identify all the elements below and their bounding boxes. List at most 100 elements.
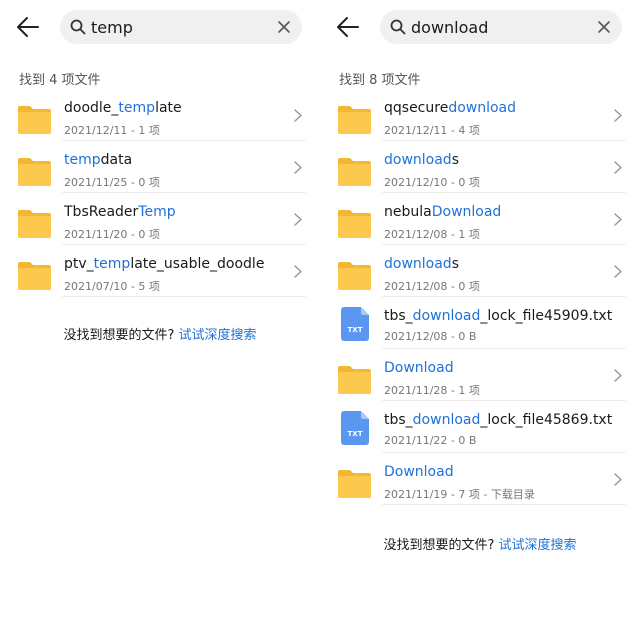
name-match-highlight: download xyxy=(412,308,481,324)
name-segment: _lock_file45909.txt xyxy=(480,308,613,324)
result-count: 找到 8 项文件 xyxy=(339,73,421,88)
chevron-right-icon xyxy=(614,213,622,226)
not-found-text: 没找到想要的文件? xyxy=(383,538,499,553)
name-match-highlight: temp xyxy=(93,256,131,272)
folder-icon xyxy=(18,262,51,290)
name-segment: data xyxy=(100,152,133,168)
chevron-right-icon xyxy=(614,161,622,174)
result-list: doodle_template 2021/12/11 - 1 项 tempdata 2… xyxy=(0,89,320,297)
name-segment: late xyxy=(155,100,182,116)
item-name: nebulaDownload xyxy=(384,204,501,220)
item-meta: 2021/11/19 - 7 项 - 下载目录 xyxy=(384,488,535,501)
item-name: downloads xyxy=(384,256,459,272)
folder-icon xyxy=(338,210,371,238)
search-icon xyxy=(390,19,406,35)
item-meta: 2021/12/08 - 0 项 xyxy=(384,280,480,293)
folder-icon xyxy=(338,470,371,498)
folder-icon xyxy=(338,262,371,290)
list-item[interactable]: TXT tbs_download_lock_file45909.txt 2021/1… xyxy=(320,297,640,349)
name-match-highlight: Download xyxy=(384,464,454,480)
name-segment: doodle_ xyxy=(64,100,119,116)
item-meta: 2021/12/10 - 0 项 xyxy=(384,176,480,189)
item-meta: 2021/11/22 - 0 B xyxy=(384,434,477,447)
deep-search-link[interactable]: 试试深度搜索 xyxy=(179,328,257,343)
search-bar xyxy=(380,10,622,44)
name-segment: TbsReader xyxy=(64,204,139,220)
folder-icon xyxy=(18,210,51,238)
clear-icon[interactable] xyxy=(597,20,611,34)
name-match-highlight: download xyxy=(384,152,452,168)
name-match-highlight: download xyxy=(412,412,481,428)
not-found-text: 没找到想要的文件? xyxy=(63,328,179,343)
left-panel: 找到 4 项文件 doodle_template2021/12/11 - 1 项… xyxy=(0,0,320,640)
txt-file-icon: TXT xyxy=(341,411,369,445)
list-item[interactable]: downloads 2021/12/08 - 0 项 xyxy=(320,245,640,297)
name-match-highlight: temp xyxy=(118,100,156,116)
chevron-right-icon xyxy=(614,109,622,122)
item-meta: 2021/11/20 - 0 项 xyxy=(64,228,160,241)
chevron-right-icon xyxy=(614,473,622,486)
deep-search-link[interactable]: 试试深度搜索 xyxy=(499,538,577,553)
name-segment: s xyxy=(451,152,459,168)
deep-search-prompt: 没找到想要的文件? 试试深度搜索 xyxy=(320,534,640,553)
name-segment: late_usable_doodle xyxy=(130,256,265,272)
list-item[interactable]: downloads 2021/12/10 - 0 项 xyxy=(320,141,640,193)
txt-file-icon-label: TXT xyxy=(348,430,363,438)
deep-search-prompt: 没找到想要的文件? 试试深度搜索 xyxy=(0,324,320,343)
list-item[interactable]: TbsReaderTemp 2021/11/20 - 0 项 xyxy=(0,193,320,245)
txt-file-icon-label: TXT xyxy=(348,326,363,334)
row-divider xyxy=(62,296,306,297)
item-name: tbs_download_lock_file45869.txt xyxy=(384,412,612,428)
list-item[interactable]: Download 2021/11/19 - 7 项 - 下载目录 xyxy=(320,453,640,505)
item-meta: 2021/12/08 - 0 B xyxy=(384,330,477,343)
list-item[interactable]: nebulaDownload 2021/12/08 - 1 项 xyxy=(320,193,640,245)
list-item[interactable]: Download 2021/11/28 - 1 项 xyxy=(320,349,640,401)
folder-icon xyxy=(338,106,371,134)
item-name: ptv_template_usable_doodle xyxy=(64,256,264,272)
top-bar xyxy=(320,8,640,46)
chevron-right-icon xyxy=(294,109,302,122)
name-segment: qqsecure xyxy=(384,100,449,116)
chevron-right-icon xyxy=(614,369,622,382)
list-item[interactable]: ptv_template_usable_doodle 2021/07/10 - 5… xyxy=(0,245,320,297)
item-meta: 2021/12/11 - 1 项 xyxy=(64,124,160,137)
name-segment: _lock_file45869.txt xyxy=(480,412,613,428)
back-arrow-icon[interactable] xyxy=(336,16,360,38)
item-name: downloads xyxy=(384,152,459,168)
item-meta: 2021/11/25 - 0 项 xyxy=(64,176,160,189)
item-meta: 2021/12/11 - 4 项 xyxy=(384,124,480,137)
search-input[interactable] xyxy=(91,10,261,44)
item-meta: 2021/07/10 - 5 项 xyxy=(64,280,160,293)
search-icon xyxy=(70,19,86,35)
clear-icon[interactable] xyxy=(277,20,291,34)
list-item[interactable]: qqsecuredownload 2021/12/11 - 4 项 xyxy=(320,89,640,141)
name-segment: tbs_ xyxy=(384,412,413,428)
name-match-highlight: Download xyxy=(384,360,454,376)
name-match-highlight: Temp xyxy=(138,204,176,220)
item-name: tempdata xyxy=(64,152,132,168)
list-item[interactable]: doodle_template 2021/12/11 - 1 项 xyxy=(0,89,320,141)
result-count: 找到 4 项文件 xyxy=(19,73,101,88)
list-item[interactable]: TXT tbs_download_lock_file45869.txt 2021/1… xyxy=(320,401,640,453)
item-name: Download xyxy=(384,464,454,480)
item-meta: 2021/12/08 - 1 项 xyxy=(384,228,480,241)
search-input[interactable] xyxy=(411,10,581,44)
item-name: doodle_template xyxy=(64,100,182,116)
folder-icon xyxy=(18,106,51,134)
item-name: Download xyxy=(384,360,454,376)
back-arrow-icon[interactable] xyxy=(16,16,40,38)
chevron-right-icon xyxy=(294,265,302,278)
right-panel: 找到 8 项文件 qqsecuredownload2021/12/11 - 4 … xyxy=(320,0,640,640)
name-segment: tbs_ xyxy=(384,308,413,324)
name-segment: s xyxy=(451,256,459,272)
chevron-right-icon xyxy=(294,213,302,226)
top-bar xyxy=(0,8,320,46)
chevron-right-icon xyxy=(294,161,302,174)
name-match-highlight: download xyxy=(384,256,452,272)
item-name: qqsecuredownload xyxy=(384,100,516,116)
row-divider xyxy=(382,504,626,505)
folder-icon xyxy=(18,158,51,186)
folder-icon xyxy=(338,366,371,394)
list-item[interactable]: tempdata 2021/11/25 - 0 项 xyxy=(0,141,320,193)
chevron-right-icon xyxy=(614,265,622,278)
